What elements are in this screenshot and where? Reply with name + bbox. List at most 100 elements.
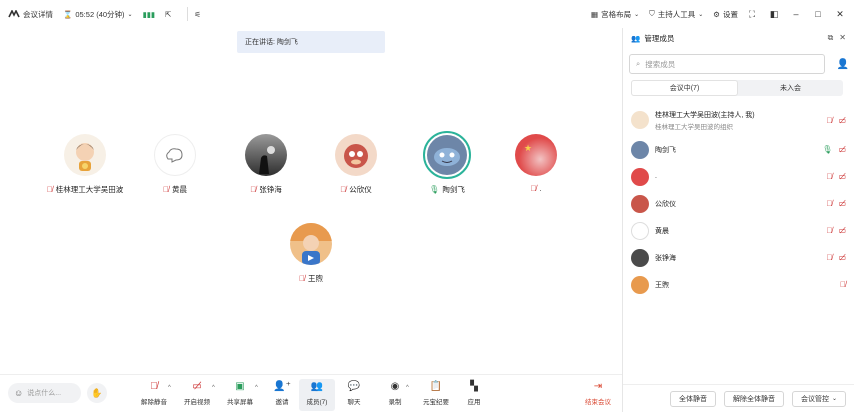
- member-name: 黄晨: [655, 227, 669, 235]
- list-item[interactable]: 黄晨 🎙̸ ▭̸: [623, 217, 854, 244]
- pop-out-icon[interactable]: ⧉: [828, 33, 834, 43]
- participant-tile-speaking[interactable]: 🎙 陶剑飞: [402, 131, 492, 195]
- member-name: 陶剑飞: [655, 146, 676, 154]
- speaking-indicator: 正在讲话: 陶剑飞: [237, 31, 385, 53]
- member-name: 公欣仪: [655, 200, 676, 208]
- video-off-icon[interactable]: ▭̸: [838, 226, 846, 235]
- chevron-up-icon[interactable]: ^: [168, 385, 171, 391]
- participant-name: .: [539, 184, 542, 193]
- tab-in-meeting[interactable]: 会议中(7): [631, 80, 738, 96]
- list-item[interactable]: 桂林理工大学吴田波(主持人, 我) 桂林理工大学吴田波的组织 🎙̸ ▭̸: [623, 104, 854, 136]
- mic-off-icon[interactable]: 🎙̸: [826, 199, 832, 208]
- apps-icon: ▚: [470, 380, 478, 392]
- chat-button[interactable]: 💬 聊天: [336, 379, 372, 411]
- mic-on-icon: 🎙: [429, 185, 440, 194]
- avatar: [631, 111, 649, 129]
- video-off-icon[interactable]: ▭̸: [838, 145, 846, 154]
- meeting-control-button[interactable]: 会议管控 ⌄: [791, 390, 846, 407]
- emoji-icon[interactable]: ☺: [14, 388, 23, 398]
- video-off-icon[interactable]: ▭̸: [838, 253, 846, 262]
- settings-label: 设置: [723, 9, 738, 19]
- shield-icon: ⛉: [649, 9, 655, 18]
- end-meeting-button[interactable]: ⇥ 结束会议: [580, 379, 616, 411]
- tool-label: 应用: [467, 399, 481, 406]
- timer-text: 05:52 (40分钟): [75, 9, 125, 19]
- mic-off-icon[interactable]: 🎙̸: [826, 253, 832, 262]
- close-icon[interactable]: ✕: [832, 6, 848, 22]
- mic-off-icon[interactable]: 🎙̸: [826, 172, 832, 181]
- video-off-icon[interactable]: ▭̸: [838, 199, 846, 208]
- avatar: [423, 131, 471, 179]
- share-screen-button[interactable]: ▣ 共享屏幕: [222, 379, 258, 411]
- layout-button[interactable]: ▦ 宫格布局 ⌄: [591, 9, 639, 20]
- timer[interactable]: ⌛ 05:52 (40分钟) ⌄: [63, 9, 133, 20]
- list-item[interactable]: . 🎙̸ ▭̸: [623, 163, 854, 190]
- participant-name: 黄晨: [172, 185, 187, 194]
- video-off-icon[interactable]: ▭̸: [838, 172, 846, 181]
- mic-off-icon: 🎙̸: [530, 184, 537, 193]
- mic-on-icon[interactable]: 🎙: [822, 145, 832, 154]
- app-logo: 会议详情: [8, 9, 53, 20]
- participant-tile[interactable]: 🎙̸ 桂林理工大学吴田波: [40, 134, 130, 195]
- layout-label: 宫格布局: [601, 9, 632, 19]
- chevron-up-icon[interactable]: ^: [212, 385, 215, 391]
- ai-icon[interactable]: ⚟: [194, 10, 201, 19]
- list-item[interactable]: 张铮海 🎙̸ ▭̸: [623, 244, 854, 271]
- tool-label: 开启视频: [184, 399, 210, 406]
- invite-button[interactable]: 👤⁺ 邀请: [264, 379, 300, 411]
- sidebar-toggle-icon[interactable]: ◧: [766, 6, 782, 22]
- chevron-up-icon[interactable]: ^: [255, 385, 258, 391]
- members-button[interactable]: 👥 成员(7): [299, 379, 335, 411]
- participant-tile[interactable]: 🎙̸ 王煦: [266, 223, 356, 284]
- participant-name: 公欣仪: [349, 185, 372, 194]
- unmute-all-button[interactable]: 解除全体静音: [723, 390, 784, 407]
- fullscreen-icon[interactable]: ⛶: [744, 6, 760, 22]
- raise-hand-icon[interactable]: ✋: [87, 383, 107, 403]
- participant-tile[interactable]: 🎙̸ 张铮海: [221, 134, 311, 195]
- panel-title: 管理成员: [644, 33, 675, 43]
- start-video-button[interactable]: ▭̸ 开启视频: [179, 379, 215, 411]
- video-off-icon[interactable]: ▭̸: [838, 116, 846, 125]
- logo-icon: [8, 10, 20, 18]
- chevron-down-icon: ⌄: [634, 11, 640, 18]
- maximize-icon[interactable]: □: [810, 6, 826, 22]
- tab-not-joined[interactable]: 未入会: [738, 80, 843, 96]
- minutes-button[interactable]: 📋 元宝纪要: [418, 379, 454, 411]
- participant-tile[interactable]: 🎙̸ 公欣仪: [311, 134, 401, 195]
- avatar: [631, 248, 649, 267]
- avatar: [245, 134, 287, 176]
- unmute-button[interactable]: 🎙̸ 解除静音: [136, 379, 172, 411]
- member-search-input[interactable]: ⌕ 搜索成员: [629, 54, 825, 74]
- chevron-down-icon: ⌄: [698, 11, 704, 18]
- close-icon[interactable]: ✕: [839, 33, 846, 43]
- mic-off-icon: 🎙̸: [150, 380, 158, 392]
- member-name: .: [655, 173, 657, 180]
- settings-button[interactable]: ⚙ 设置: [713, 9, 738, 20]
- mute-all-button[interactable]: 全体静音: [669, 390, 716, 407]
- mic-off-icon: 🎙̸: [250, 185, 257, 194]
- meeting-info-link[interactable]: 会议详情: [23, 9, 53, 20]
- chevron-down-icon: ⌄: [831, 396, 837, 402]
- participant-tile[interactable]: 🎙̸ 黄晨: [130, 134, 220, 195]
- mic-off-icon[interactable]: 🎙̸: [826, 116, 832, 125]
- record-button[interactable]: ◉ 录制: [377, 379, 413, 411]
- minutes-icon: 📋: [429, 380, 443, 392]
- chat-input[interactable]: ☺ 说点什么...: [8, 383, 81, 403]
- apps-button[interactable]: ▚ 应用: [456, 379, 492, 411]
- avatar: [631, 140, 649, 159]
- minimize-icon[interactable]: –: [788, 6, 804, 22]
- list-item[interactable]: 王煦 🎙̸: [623, 271, 854, 298]
- avatar: [631, 194, 649, 213]
- gear-icon: ⚙: [713, 9, 720, 19]
- participant-tile[interactable]: ★ 🎙̸.: [491, 134, 581, 193]
- list-item[interactable]: 陶剑飞 🎙 ▭̸: [623, 136, 854, 163]
- add-member-icon[interactable]: 👤: [837, 59, 849, 70]
- host-tools-button[interactable]: ⛉ 主持人工具 ⌄: [649, 9, 703, 20]
- mic-off-icon[interactable]: 🎙̸: [840, 280, 846, 289]
- list-item[interactable]: 公欣仪 🎙̸ ▭̸: [623, 190, 854, 217]
- mic-off-icon[interactable]: 🎙̸: [826, 226, 832, 235]
- chevron-up-icon[interactable]: ^: [406, 385, 409, 391]
- panel-header: 👥 管理成员 ⧉ ✕: [623, 28, 854, 48]
- avatar: [631, 275, 649, 294]
- pop-out-icon[interactable]: ⇱: [165, 10, 171, 19]
